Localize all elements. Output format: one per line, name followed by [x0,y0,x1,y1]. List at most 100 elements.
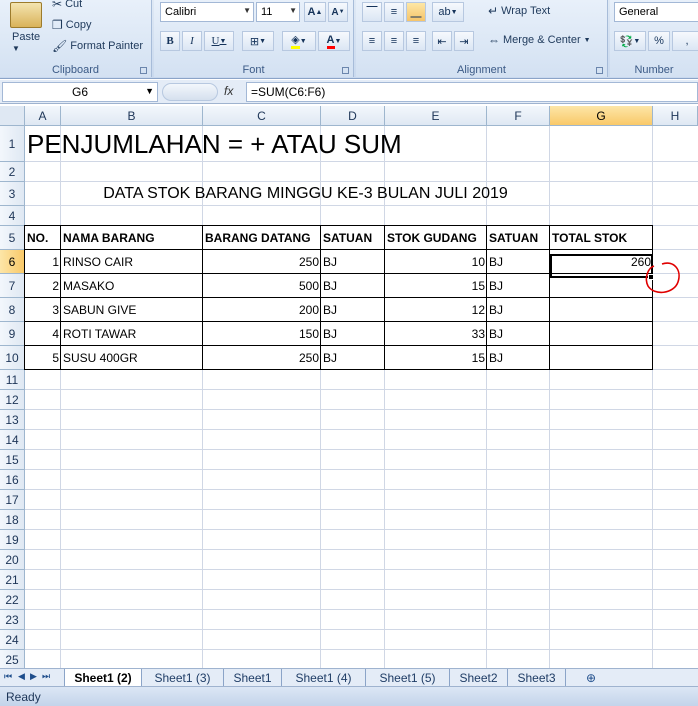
table-cell[interactable]: 5 [25,346,61,370]
sheet-title-cell[interactable]: PENJUMLAHAN = + ATAU SUM [25,126,653,162]
cut-button[interactable]: ✂ Cut [52,0,82,10]
table-header-cell[interactable]: SATUAN [487,226,550,250]
table-cell[interactable]: BJ [487,274,550,298]
name-box[interactable]: G6 ▼ [2,82,158,102]
italic-button[interactable]: I [182,31,202,51]
table-cell[interactable]: SUSU 400GR [61,346,203,370]
row-header-17[interactable]: 17 [0,490,25,510]
table-cell[interactable]: 4 [25,322,61,346]
table-header-cell[interactable]: NAMA BARANG [61,226,203,250]
clipboard-launcher-icon[interactable]: . [140,67,147,74]
row-header-18[interactable]: 18 [0,510,25,530]
select-all-corner[interactable] [0,106,25,126]
insert-sheet-icon[interactable]: ⊕ [578,670,604,686]
table-cell[interactable]: BJ [321,274,385,298]
table-cell[interactable]: 15 [385,346,487,370]
bold-button[interactable]: B [160,31,180,51]
comma-style-button[interactable]: , [672,31,698,51]
orientation-button[interactable]: ab ▼ [432,2,464,22]
table-header-cell[interactable]: SATUAN [321,226,385,250]
borders-button[interactable]: ⊞ ▼ [242,31,274,51]
sheet-tab[interactable]: Sheet3 [508,669,566,686]
row-header-15[interactable]: 15 [0,450,25,470]
sheet-tab[interactable]: Sheet1 (4) [282,669,366,686]
font-launcher-icon[interactable]: . [342,67,349,74]
table-cell[interactable]: ROTI TAWAR [61,322,203,346]
shrink-font-button[interactable]: A ▼ [328,2,348,22]
align-right-button[interactable]: ≡ [406,31,426,51]
format-painter-button[interactable]: 🖌 Format Painter [52,40,143,52]
column-header-e[interactable]: E [385,106,487,126]
row-header-21[interactable]: 21 [0,570,25,590]
row-header-4[interactable]: 4 [0,206,25,226]
align-center-button[interactable]: ≡ [384,31,404,51]
row-header-3[interactable]: 3 [0,182,25,206]
row-header-13[interactable]: 13 [0,410,25,430]
table-cell[interactable]: BJ [321,298,385,322]
table-cell[interactable]: 10 [385,250,487,274]
column-header-g[interactable]: G [550,106,653,126]
paste-dropdown-icon[interactable]: ▼ [12,44,20,53]
table-cell[interactable]: 12 [385,298,487,322]
row-header-20[interactable]: 20 [0,550,25,570]
underline-button[interactable]: U ▼ [204,31,234,51]
table-header-cell[interactable]: STOK GUDANG [385,226,487,250]
row-header-16[interactable]: 16 [0,470,25,490]
table-cell[interactable]: BJ [487,250,550,274]
formula-input[interactable]: =SUM(C6:F6) [246,82,698,102]
table-cell[interactable]: BJ [487,322,550,346]
table-cell[interactable]: BJ [487,298,550,322]
row-header-12[interactable]: 12 [0,390,25,410]
row-header-23[interactable]: 23 [0,610,25,630]
table-cell[interactable]: 250 [203,250,321,274]
table-cell[interactable]: 2 [25,274,61,298]
table-cell[interactable]: BJ [321,322,385,346]
row-header-9[interactable]: 9 [0,322,25,346]
table-header-cell[interactable]: BARANG DATANG [203,226,321,250]
prev-sheet-icon[interactable]: ◀ [18,671,25,682]
merge-center-button[interactable]: ⇔ Merge & Center ▼ [488,34,591,46]
sheet-tab[interactable]: Sheet1 [224,669,282,686]
font-size-combo[interactable]: 11 ▼ [256,2,300,22]
table-cell[interactable]: BJ [487,346,550,370]
table-cell[interactable]: SABUN GIVE [61,298,203,322]
font-name-combo[interactable]: Calibri ▼ [160,2,254,22]
table-cell[interactable]: MASAKO [61,274,203,298]
sheet-tab[interactable]: Sheet1 (3) [142,669,224,686]
table-cell[interactable]: 33 [385,322,487,346]
middle-align-button[interactable]: ≡ [384,2,404,22]
column-header-h[interactable]: H [653,106,698,126]
row-header-22[interactable]: 22 [0,590,25,610]
align-left-button[interactable]: ≡ [362,31,382,51]
sheet-tab[interactable]: Sheet1 (2) [64,669,142,686]
sheet-tab[interactable]: Sheet2 [450,669,508,686]
table-cell[interactable] [550,346,653,370]
increase-indent-button[interactable]: ⇥ [454,31,474,51]
insert-function-icon[interactable]: fx [224,84,233,98]
row-header-7[interactable]: 7 [0,274,25,298]
table-cell[interactable]: 500 [203,274,321,298]
worksheet-grid[interactable]: ABCDEFGH 1 2 3 4 5 6 7 8 9 10 11 12 13 14 15 16 17 18 19 20… [0,106,698,668]
number-format-combo[interactable]: General [614,2,698,22]
table-cell[interactable]: 250 [203,346,321,370]
table-header-cell[interactable]: NO. [25,226,61,250]
decrease-indent-button[interactable]: ⇤ [432,31,452,51]
column-header-f[interactable]: F [487,106,550,126]
copy-button[interactable]: ❐ Copy [52,19,91,31]
grow-font-button[interactable]: A ▲ [304,2,326,22]
row-header-8[interactable]: 8 [0,298,25,322]
table-cell[interactable] [550,322,653,346]
table-header-cell[interactable]: TOTAL STOK [550,226,653,250]
table-cell[interactable]: BJ [321,250,385,274]
row-header-10[interactable]: 10 [0,346,25,370]
fill-color-button[interactable]: ◈ ▼ [282,31,316,51]
table-cell[interactable]: 260 [550,250,653,274]
table-cell[interactable]: 15 [385,274,487,298]
table-cell[interactable]: BJ [321,346,385,370]
sheet-tab[interactable]: Sheet1 (5) [366,669,450,686]
wrap-text-button[interactable]: ↵ Wrap Text [488,5,550,17]
bottom-align-button[interactable]: ⎽ [406,2,426,22]
column-header-b[interactable]: B [61,106,203,126]
first-sheet-icon[interactable]: ⏮ [4,671,12,682]
column-header-d[interactable]: D [321,106,385,126]
